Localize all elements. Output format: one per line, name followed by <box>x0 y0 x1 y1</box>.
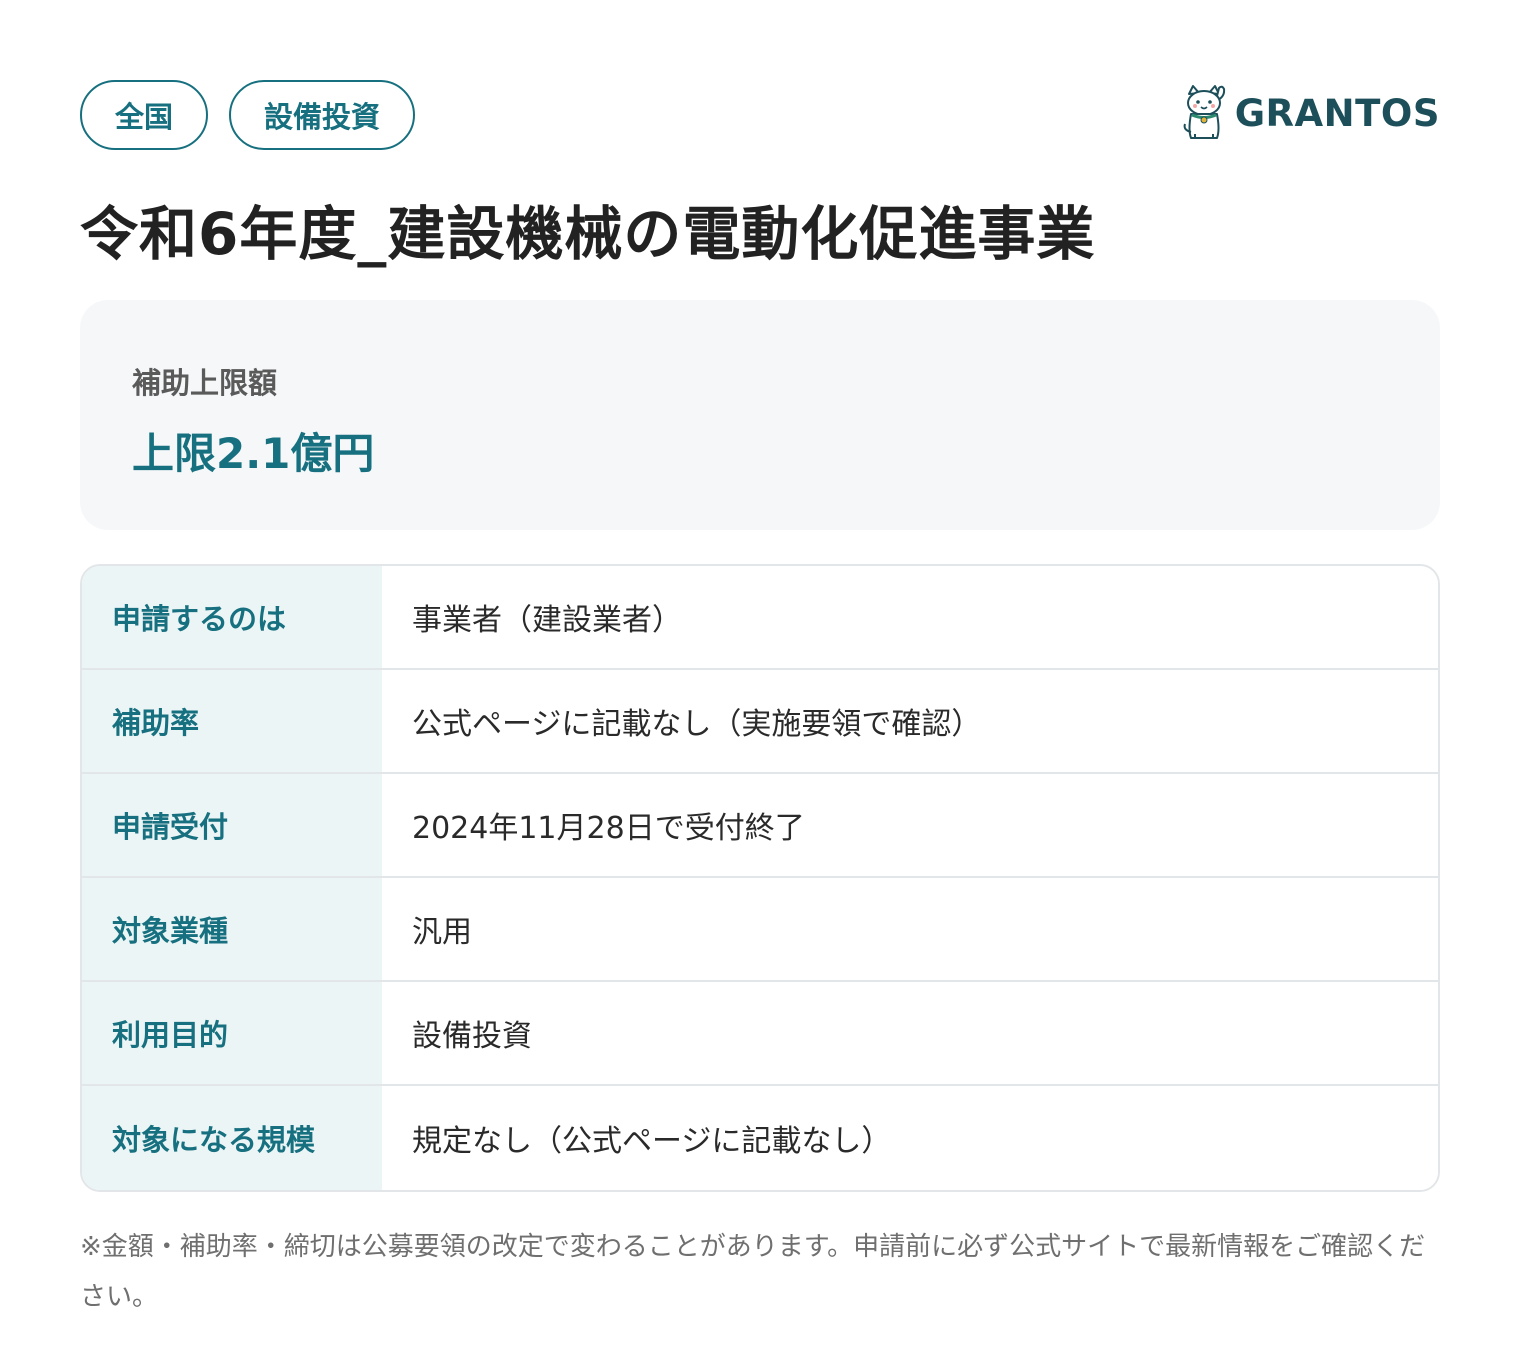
row-value-industry: 汎用 <box>382 877 1438 980</box>
subsidy-limit-card: 補助上限額 上限2.1億円 <box>80 299 1440 530</box>
tag-purpose[interactable]: 設備投資 <box>229 80 416 150</box>
row-label-industry: 対象業種 <box>82 877 382 980</box>
subsidy-limit-label: 補助上限額 <box>132 365 278 400</box>
table-row: 申請するのは 事業者（建設業者） <box>82 565 1438 670</box>
table-row: 対象業種 汎用 <box>82 877 1438 982</box>
row-value-applicant: 事業者（建設業者） <box>382 565 1438 668</box>
row-label-application-period: 申請受付 <box>82 773 382 876</box>
row-value-scale: 規定なし（公式ページに記載なし） <box>382 1085 1438 1190</box>
header-row: 全国 設備投資 GRANTOS <box>80 80 1440 150</box>
row-label-purpose: 利用目的 <box>82 981 382 1084</box>
row-label-scale: 対象になる規模 <box>82 1085 382 1190</box>
brand-logo[interactable]: GRANTOS <box>1181 84 1440 142</box>
row-value-application-period: 2024年11月28日で受付終了 <box>382 773 1438 876</box>
table-row: 利用目的 設備投資 <box>82 981 1438 1086</box>
page: 全国 設備投資 GRANTOS 令和6年度_建設機械の電動化促進事業 補助上限額… <box>0 0 1520 1348</box>
maneki-neko-cat-icon <box>1183 85 1225 139</box>
tag-list: 全国 設備投資 <box>80 80 416 150</box>
row-label-subsidy-rate: 補助率 <box>82 669 382 772</box>
brand-name: GRANTOS <box>1234 91 1440 135</box>
row-label-applicant: 申請するのは <box>82 565 382 668</box>
disclaimer-note: ※金額・補助率・締切は公募要領の改定で変わることがあります。申請前に必ず公式サイ… <box>80 1231 1426 1312</box>
table-row: 対象になる規模 規定なし（公式ページに記載なし） <box>82 1085 1438 1190</box>
row-value-purpose: 設備投資 <box>382 981 1438 1084</box>
grant-info-table: 申請するのは 事業者（建設業者） 補助率 公式ページに記載なし（実施要領で確認）… <box>80 563 1440 1192</box>
subsidy-limit-value: 上限2.1億円 <box>132 428 375 478</box>
table-row: 申請受付 2024年11月28日で受付終了 <box>82 773 1438 878</box>
tag-region[interactable]: 全国 <box>80 80 209 150</box>
table-row: 補助率 公式ページに記載なし（実施要領で確認） <box>82 669 1438 774</box>
row-value-subsidy-rate: 公式ページに記載なし（実施要領で確認） <box>382 669 1438 772</box>
page-title: 令和6年度_建設機械の電動化促進事業 <box>80 200 1096 268</box>
